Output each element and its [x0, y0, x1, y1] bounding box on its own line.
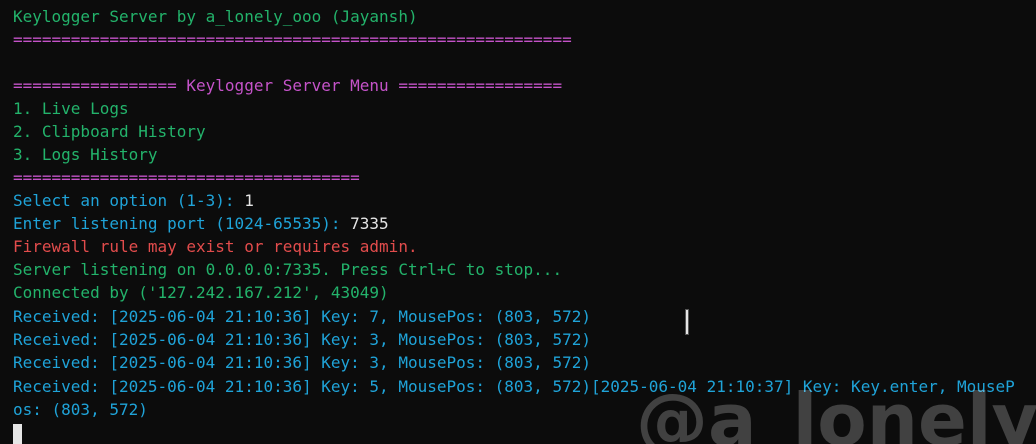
received-line-continuation: os: (803, 572) — [13, 400, 148, 419]
title-rule: ========================================… — [13, 30, 572, 49]
listening-status: Server listening on 0.0.0.0:7335. Press … — [13, 260, 563, 279]
terminal-cursor — [13, 424, 22, 444]
connection-status: Connected by ('127.242.167.212', 43049) — [13, 283, 389, 302]
received-line: Received: [2025-06-04 21:10:36] Key: 3, … — [13, 330, 591, 349]
select-option-label: Select an option (1-3): — [13, 191, 245, 210]
terminal-window[interactable]: Keylogger Server by a_lonely_ooo (Jayans… — [0, 0, 1036, 444]
text-cursor-icon — [686, 310, 688, 334]
menu-item-logs-history: 3. Logs History — [13, 145, 158, 164]
menu-item-clipboard-history: 2. Clipboard History — [13, 122, 206, 141]
port-value: 7335 — [350, 214, 389, 233]
firewall-warning: Firewall rule may exist or requires admi… — [13, 237, 418, 256]
port-label: Enter listening port (1024-65535): — [13, 214, 351, 233]
menu-header: ================= Keylogger Server Menu … — [13, 76, 563, 95]
menu-footer-rule: ==================================== — [13, 168, 360, 187]
port-prompt: Enter listening port (1024-65535): 7335 — [13, 213, 389, 235]
server-title: Keylogger Server by a_lonely_ooo (Jayans… — [13, 7, 418, 26]
select-option-prompt: Select an option (1-3): 1 — [13, 190, 254, 212]
select-option-value: 1 — [244, 191, 254, 210]
received-line: Received: [2025-06-04 21:10:36] Key: 5, … — [13, 377, 1015, 396]
menu-item-live-logs: 1. Live Logs — [13, 99, 129, 118]
received-line: Received: [2025-06-04 21:10:36] Key: 7, … — [13, 307, 591, 326]
received-line: Received: [2025-06-04 21:10:36] Key: 3, … — [13, 353, 591, 372]
